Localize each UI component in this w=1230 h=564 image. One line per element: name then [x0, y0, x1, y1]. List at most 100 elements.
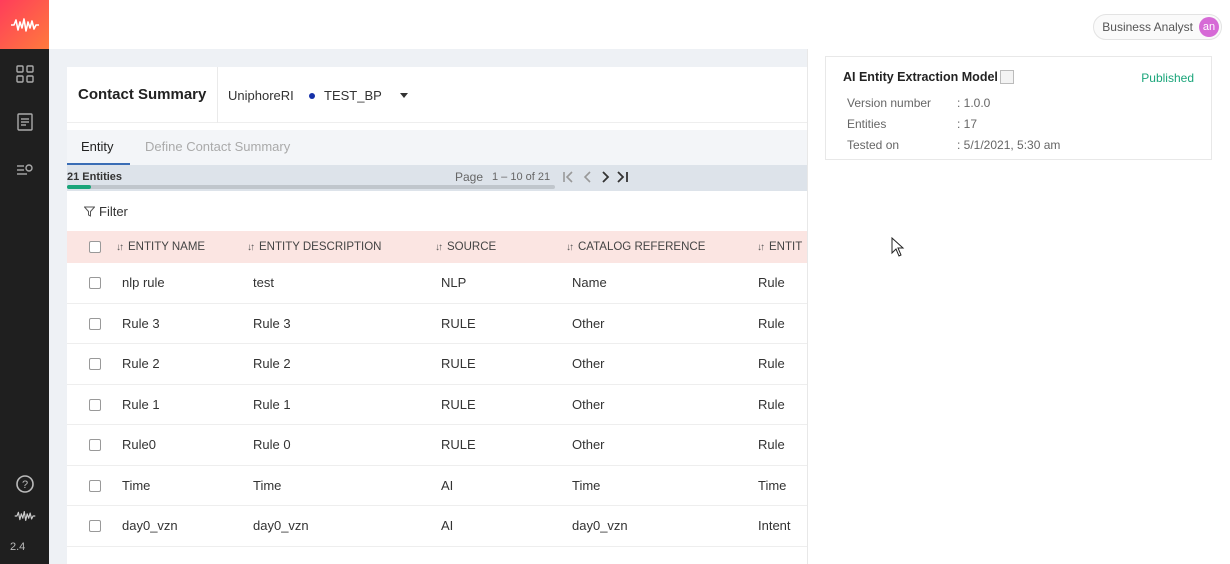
row-checkbox[interactable]: [89, 358, 101, 370]
cell-entity-type: Rule: [758, 396, 785, 412]
cell-catalog-reference: Other: [572, 356, 605, 371]
grid-icon[interactable]: [14, 63, 36, 85]
filter-button[interactable]: Filter: [84, 204, 128, 219]
help-icon[interactable]: ?: [14, 473, 36, 495]
user-role-label: Business Analyst: [1102, 20, 1193, 34]
project-name: UniphoreRI: [228, 88, 294, 103]
cell-catalog-reference: Time: [572, 477, 601, 493]
left-rail: ? 2.4: [0, 0, 49, 564]
mouse-pointer-icon: [891, 237, 905, 257]
row-checkbox[interactable]: [89, 479, 101, 492]
cell-source: AI: [441, 518, 454, 533]
column-header-entity-description[interactable]: ↓↑ ENTITY DESCRIPTION: [247, 241, 381, 253]
column-header-entity-name[interactable]: ↓↑ ENTITY NAME: [116, 241, 205, 253]
chevron-down-icon[interactable]: [400, 93, 408, 98]
model-title: AI Entity Extraction Model: [843, 70, 1014, 84]
cell-catalog-reference: day0_vzn: [572, 518, 628, 533]
cell-source: RULE: [441, 437, 476, 452]
cell-entity-description: day0_vzn: [253, 518, 309, 533]
cell-source: RULE: [441, 396, 476, 412]
cell-entity-description: Time: [253, 477, 282, 493]
row-checkbox[interactable]: [89, 398, 101, 411]
model-card: AI Entity Extraction Model Published Ver…: [825, 56, 1212, 160]
waveform-icon: [14, 505, 36, 527]
cell-catalog-reference: Other: [572, 315, 605, 331]
sort-icon[interactable]: ↓↑: [566, 242, 574, 253]
table-row[interactable]: Rule 3 Rule 3 RULE Other Rule: [67, 303, 807, 344]
title-bar: Contact Summary UniphoreRI TEST_BP: [67, 67, 807, 123]
table-row[interactable]: nlp rule test NLP Name Rule: [67, 263, 807, 304]
cell-source: RULE: [441, 356, 476, 371]
column-header-entity-type[interactable]: ↓↑ ENTIT: [757, 241, 802, 253]
table-header: ↓↑ ENTITY NAME ↓↑ ENTITY DESCRIPTION ↓↑ …: [67, 231, 807, 263]
cell-source: NLP: [441, 275, 467, 290]
user-role-chip[interactable]: Business Analyst an: [1093, 14, 1222, 40]
cell-catalog-reference: Other: [572, 396, 605, 412]
row-checkbox[interactable]: [89, 439, 101, 451]
version-number-value: : 1.0.0: [957, 96, 991, 110]
cell-catalog-reference: Name: [572, 275, 607, 290]
entities-label: Entities: [847, 117, 887, 131]
cell-entity-description: Rule 1: [253, 396, 291, 412]
sort-icon[interactable]: ↓↑: [247, 242, 255, 253]
row-checkbox[interactable]: [89, 277, 101, 289]
cell-entity-type: Rule: [758, 275, 785, 290]
progress-fill: [67, 185, 92, 189]
cell-entity-name: Rule 1: [122, 396, 160, 412]
column-header-catalog-reference[interactable]: ↓↑ CATALOG REFERENCE: [566, 241, 705, 253]
table-row[interactable]: day0_vzn day0_vzn AI day0_vzn Intent: [67, 506, 807, 547]
tested-on-value: : 5/1/2021, 5:30 am: [957, 138, 1061, 152]
tab-define-contact-summary[interactable]: Define Contact Summary: [145, 139, 290, 154]
cell-entity-name: Time: [122, 477, 151, 493]
sort-icon[interactable]: ↓↑: [435, 242, 443, 253]
settings-list-icon[interactable]: [14, 159, 36, 181]
filter-label: Filter: [99, 204, 128, 219]
model-image-placeholder: [999, 70, 1014, 84]
row-checkbox[interactable]: [89, 520, 101, 532]
entities-value: : 17: [957, 117, 978, 131]
cell-entity-name: day0_vzn: [122, 518, 178, 533]
document-icon[interactable]: [14, 111, 36, 133]
cell-entity-name: Rule0: [122, 437, 156, 452]
tested-on-label: Tested on: [847, 138, 900, 152]
top-bar: Business Analyst an: [49, 0, 1230, 49]
table-row[interactable]: Rule 1 Rule 1 RULE Other Rule: [67, 384, 807, 425]
cell-entity-type: Rule: [758, 315, 785, 331]
environment-status-dot: [309, 93, 315, 99]
main-card: Contact Summary UniphoreRI TEST_BP Entit…: [67, 67, 807, 564]
next-page-icon[interactable]: [597, 168, 613, 186]
avatar[interactable]: an: [1199, 17, 1219, 37]
cell-entity-type: Time: [758, 477, 787, 493]
row-checkbox[interactable]: [89, 317, 101, 330]
column-header-source[interactable]: ↓↑ SOURCE: [435, 241, 496, 253]
sort-icon[interactable]: ↓↑: [757, 242, 765, 253]
waveform-logo-icon: [10, 17, 39, 32]
cell-entity-type: Intent: [758, 518, 791, 533]
tab-entity[interactable]: Entity: [81, 139, 114, 154]
table-row[interactable]: Rule0 Rule 0 RULE Other Rule: [67, 425, 807, 466]
cell-entity-description: Rule 0: [253, 437, 291, 452]
status-badge: Published: [1141, 71, 1194, 85]
last-page-icon[interactable]: [614, 168, 630, 186]
page-title: Contact Summary: [78, 86, 207, 103]
table-row[interactable]: Rule 2 Rule 2 RULE Other Rule: [67, 344, 807, 385]
environment-select[interactable]: TEST_BP: [324, 88, 382, 103]
pager-bar: 21 Entities Page 1 – 10 of 21: [67, 165, 807, 191]
cell-catalog-reference: Other: [572, 437, 605, 452]
table-row[interactable]: Time Time AI Time Time: [67, 465, 807, 506]
prev-page-icon[interactable]: [580, 168, 596, 186]
cell-entity-description: Rule 2: [253, 356, 291, 371]
tab-bar: Entity Define Contact Summary: [67, 130, 807, 165]
title-divider: [217, 67, 218, 123]
cell-entity-name: nlp rule: [122, 275, 165, 290]
cell-entity-name: Rule 3: [122, 315, 160, 331]
select-all-checkbox[interactable]: [89, 241, 101, 253]
first-page-icon[interactable]: [561, 168, 577, 186]
progress-bar: [67, 185, 555, 189]
page-label: Page: [455, 170, 484, 184]
cell-source: AI: [441, 477, 454, 493]
cell-entity-type: Rule: [758, 437, 785, 452]
sort-icon[interactable]: ↓↑: [116, 242, 124, 253]
brand-logo[interactable]: [0, 0, 49, 49]
svg-text:?: ?: [22, 479, 28, 491]
